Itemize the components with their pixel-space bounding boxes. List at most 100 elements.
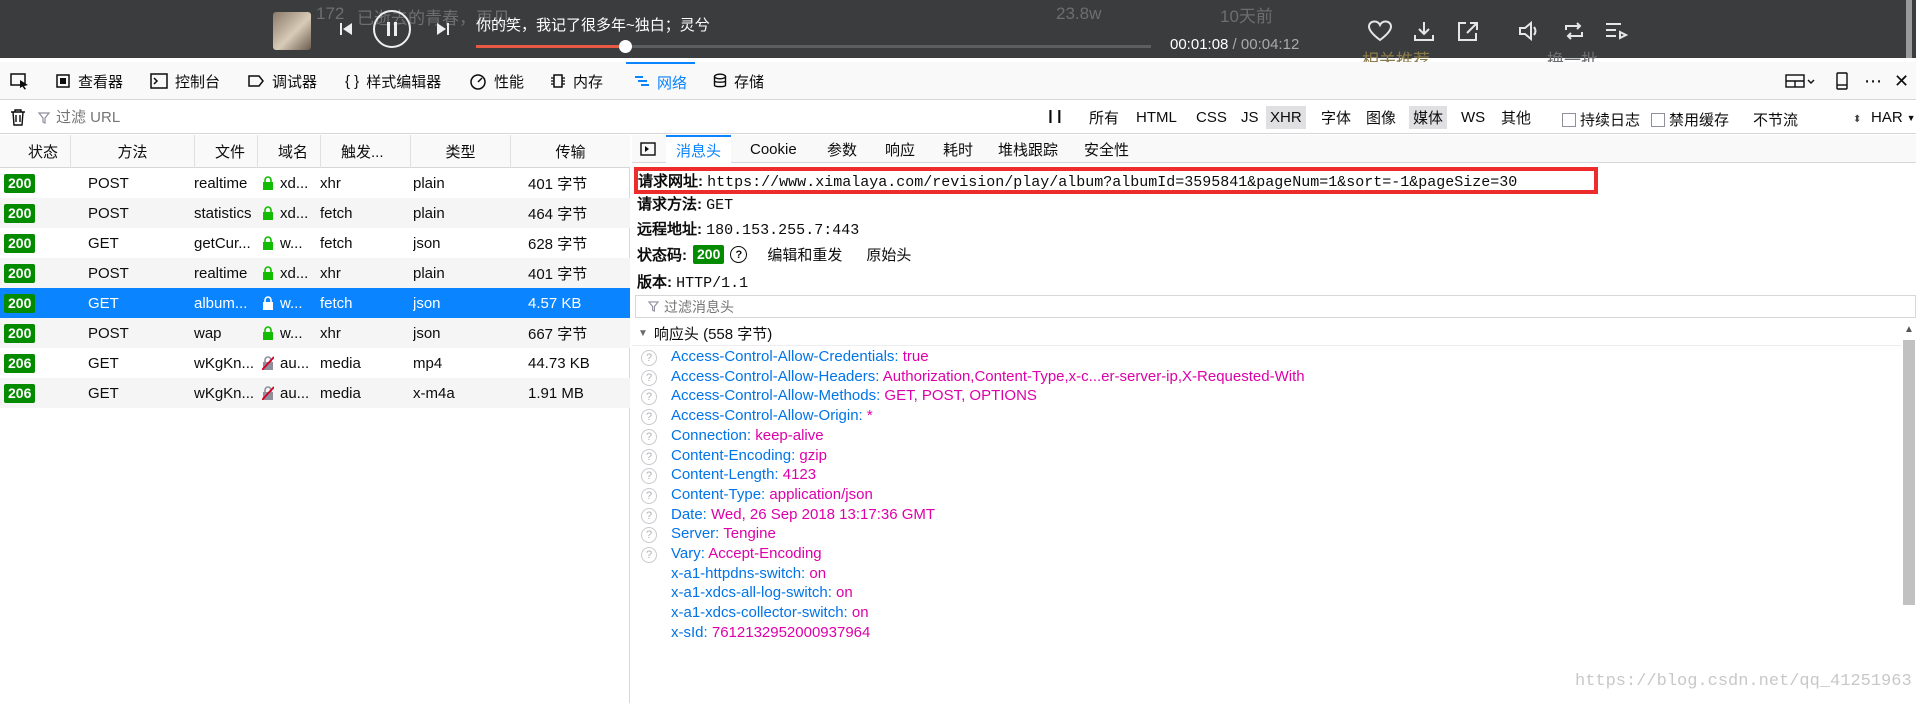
progress-handle[interactable] [618,40,632,53]
response-headers-section[interactable]: ▼ 响应头 (558 字节) [632,321,1902,346]
header-help-icon[interactable]: ? [641,428,657,445]
response-header-item[interactable]: Access-Control-Allow-Methods: GET, POST,… [671,387,1037,404]
column-type[interactable]: 类型 [410,135,510,168]
tab-cookies[interactable]: Cookie [750,135,797,163]
header-help-icon[interactable]: ? [641,547,657,563]
album-cover[interactable] [273,12,311,50]
response-header-item[interactable]: x-a1-xdcs-collector-switch: on [671,604,869,621]
table-row[interactable]: 200 GET album... w... fetch json 4.57 KB [0,288,630,318]
tab-storage[interactable]: 存储 [713,62,764,100]
volume-button[interactable] [1518,20,1544,46]
status-help-icon[interactable]: ? [730,246,748,263]
header-help-icon[interactable]: ? [641,468,657,485]
playlist-button[interactable] [1604,20,1630,46]
response-header-item[interactable]: Access-Control-Allow-Origin: * [671,407,873,424]
filter-type-ws[interactable]: WS [1457,106,1489,129]
response-header-item[interactable]: Content-Encoding: gzip [671,447,827,464]
more-options-button[interactable]: ⋯ [1864,62,1882,100]
header-help-icon[interactable]: ? [641,389,657,406]
column-cause[interactable]: 触发... [320,135,410,168]
tab-inspector[interactable]: 查看器 [55,62,123,100]
header-help-icon[interactable]: ? [641,409,657,426]
response-header-item[interactable]: x-a1-httpdns-switch: on [671,565,826,582]
column-file[interactable]: 文件 [194,135,257,168]
tab-security[interactable]: 安全性 [1084,135,1129,163]
previous-track-button[interactable] [333,16,359,42]
repeat-mode-button[interactable] [1562,20,1588,46]
details-scrollbar[interactable]: ▲ [1902,0,1916,703]
column-status[interactable]: 状态 [0,135,70,168]
url-filter-input[interactable] [56,109,316,126]
table-row[interactable]: 200 POST statistics xd... fetch plain 464 字节 [0,198,630,228]
checkbox-box[interactable] [1562,112,1576,127]
like-button[interactable] [1367,20,1394,46]
throttle-select[interactable]: 不节流 ⬍ [1753,109,1863,130]
filter-type-other[interactable]: 其他 [1497,106,1535,129]
response-header-item[interactable]: Access-Control-Allow-Headers: Authorizat… [671,368,1305,385]
table-row[interactable]: 206 GET wKgKn... au... media mp4 44.73 KB [0,348,630,378]
tab-stack-trace[interactable]: 堆栈跟踪 [998,135,1058,163]
header-help-icon[interactable]: ? [641,507,657,524]
response-header-item[interactable]: Server: Tengine [671,525,776,542]
header-help-icon[interactable]: ? [641,487,657,504]
filter-type-media[interactable]: 媒体 [1409,106,1448,129]
filter-type-image[interactable]: 图像 [1362,106,1400,129]
header-help-icon[interactable]: ? [641,369,657,386]
table-row[interactable]: 200 POST wap w... xhr json 667 字节 [0,318,630,348]
filter-type-js[interactable]: JS [1237,106,1263,129]
table-row[interactable]: 200 POST realtime xd... xhr plain 401 字节 [0,168,630,198]
tab-style-editor[interactable]: { } 样式编辑器 [345,62,441,100]
response-header-item[interactable]: Connection: keep-alive [671,427,824,444]
filter-type-xhr[interactable]: XHR [1266,106,1306,129]
table-row[interactable]: 206 GET wKgKn... au... media x-m4a 1.91 MB [0,378,630,408]
tab-params[interactable]: 参数 [827,135,857,163]
column-transferred[interactable]: 传输 [510,135,630,168]
next-track-button[interactable] [430,16,456,42]
response-header-item[interactable]: Access-Control-Allow-Credentials: true [671,348,929,365]
clear-requests-button[interactable] [10,108,30,128]
filter-type-all[interactable]: 所有 [1085,106,1123,129]
tab-headers[interactable]: 消息头 [666,135,732,163]
scroll-up-arrow[interactable]: ▲ [1904,324,1914,335]
dock-layout-button[interactable] [1785,62,1815,100]
checkbox-box[interactable] [1651,112,1665,127]
tab-debugger[interactable]: 调试器 [247,62,317,100]
download-button[interactable] [1412,20,1438,46]
progress-slider[interactable] [476,40,1151,53]
table-row[interactable]: 200 GET getCur... w... fetch json 628 字节 [0,228,630,258]
scroll-thumb[interactable] [1903,340,1915,605]
persist-logs-checkbox[interactable]: 持续日志 [1562,109,1640,130]
filter-type-css[interactable]: CSS [1192,106,1231,129]
response-header-item[interactable]: Date: Wed, 26 Sep 2018 13:17:36 GMT [671,506,935,523]
filter-type-font[interactable]: 字体 [1317,106,1355,129]
filter-type-html[interactable]: HTML [1132,106,1181,129]
tab-network[interactable]: 网络 [626,62,696,100]
column-method[interactable]: 方法 [70,135,194,168]
responsive-mode-button[interactable] [1836,62,1848,100]
column-domain[interactable]: 域名 [257,135,320,168]
top-scroll-thumb[interactable] [1906,0,1912,58]
toggle-sidebar-button[interactable] [640,135,656,163]
response-header-item[interactable]: x-sId: 7612132952000937964 [671,624,870,641]
disable-cache-checkbox[interactable]: 禁用缓存 [1651,109,1729,130]
edit-resend-button[interactable]: 编辑和重发 [767,244,842,265]
pause-recording-button[interactable]: ❙❙ [1045,108,1065,124]
tab-response[interactable]: 响应 [885,135,915,163]
tab-performance[interactable]: 性能 [469,62,524,100]
headers-filter-field[interactable] [635,295,1916,318]
response-header-item[interactable]: Content-Length: 4123 [671,466,816,483]
tab-memory[interactable]: 内存 [550,62,603,100]
table-row[interactable]: 200 POST realtime xd... xhr plain 401 字节 [0,258,630,288]
header-help-icon[interactable]: ? [641,350,657,366]
tab-timings[interactable]: 耗时 [943,135,973,163]
response-header-item[interactable]: x-a1-xdcs-all-log-switch: on [671,584,853,601]
header-help-icon[interactable]: ? [641,448,657,465]
response-header-item[interactable]: Vary: Accept-Encoding [671,545,822,562]
raw-headers-button[interactable]: 原始头 [866,244,911,265]
header-help-icon[interactable]: ? [641,527,657,544]
element-picker-button[interactable] [10,62,30,100]
headers-filter-input[interactable] [664,298,964,315]
share-button[interactable] [1456,20,1482,46]
response-header-item[interactable]: Content-Type: application/json [671,486,873,503]
pause-button[interactable] [373,10,411,48]
